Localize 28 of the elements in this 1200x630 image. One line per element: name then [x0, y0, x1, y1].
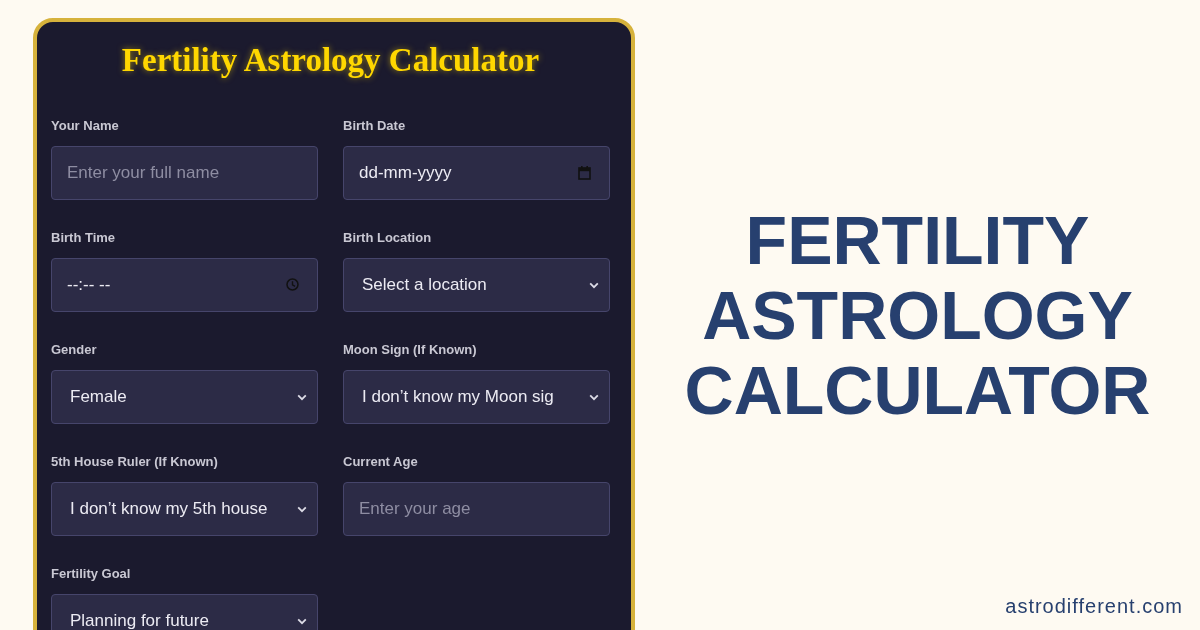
field-label: Your Name	[51, 118, 119, 134]
time-input[interactable]: --:-- --	[51, 258, 318, 312]
calculator-title: Fertility Astrology Calculator	[120, 41, 541, 80]
clock-icon	[286, 278, 299, 291]
banner-heading: FERTILITY ASTROLOGY CALCULATOR	[683, 203, 1152, 428]
field-label: Birth Location	[343, 230, 432, 246]
dropdown-select[interactable]: Select a location	[343, 258, 610, 312]
chevron-down-icon	[297, 393, 307, 401]
date-input[interactable]: dd-mm-yyyy	[343, 146, 610, 200]
text-input[interactable]: Enter your age	[343, 482, 610, 536]
chevron-down-icon	[589, 393, 599, 401]
field-label: Fertility Goal	[51, 566, 131, 582]
text-input[interactable]: Enter your full name	[51, 146, 318, 200]
dropdown-select[interactable]: I don’t know my Moon sig	[343, 370, 610, 424]
dropdown-select[interactable]: Female	[51, 370, 318, 424]
chevron-down-icon	[589, 281, 599, 289]
website-address: astrodifferent.com	[1005, 595, 1183, 618]
field-label: Birth Time	[51, 230, 116, 246]
field-label: 5th House Ruler (If Known)	[51, 454, 218, 470]
field-label: Moon Sign (If Known)	[343, 342, 477, 358]
dropdown-select[interactable]: I don’t know my 5th house	[51, 482, 318, 536]
calendar-icon	[578, 166, 591, 180]
field-label: Birth Date	[343, 118, 406, 134]
field-label: Gender	[51, 342, 97, 358]
chevron-down-icon	[297, 505, 307, 513]
field-label: Current Age	[343, 454, 418, 470]
dropdown-select[interactable]: Planning for future	[51, 594, 318, 630]
chevron-down-icon	[297, 617, 307, 625]
